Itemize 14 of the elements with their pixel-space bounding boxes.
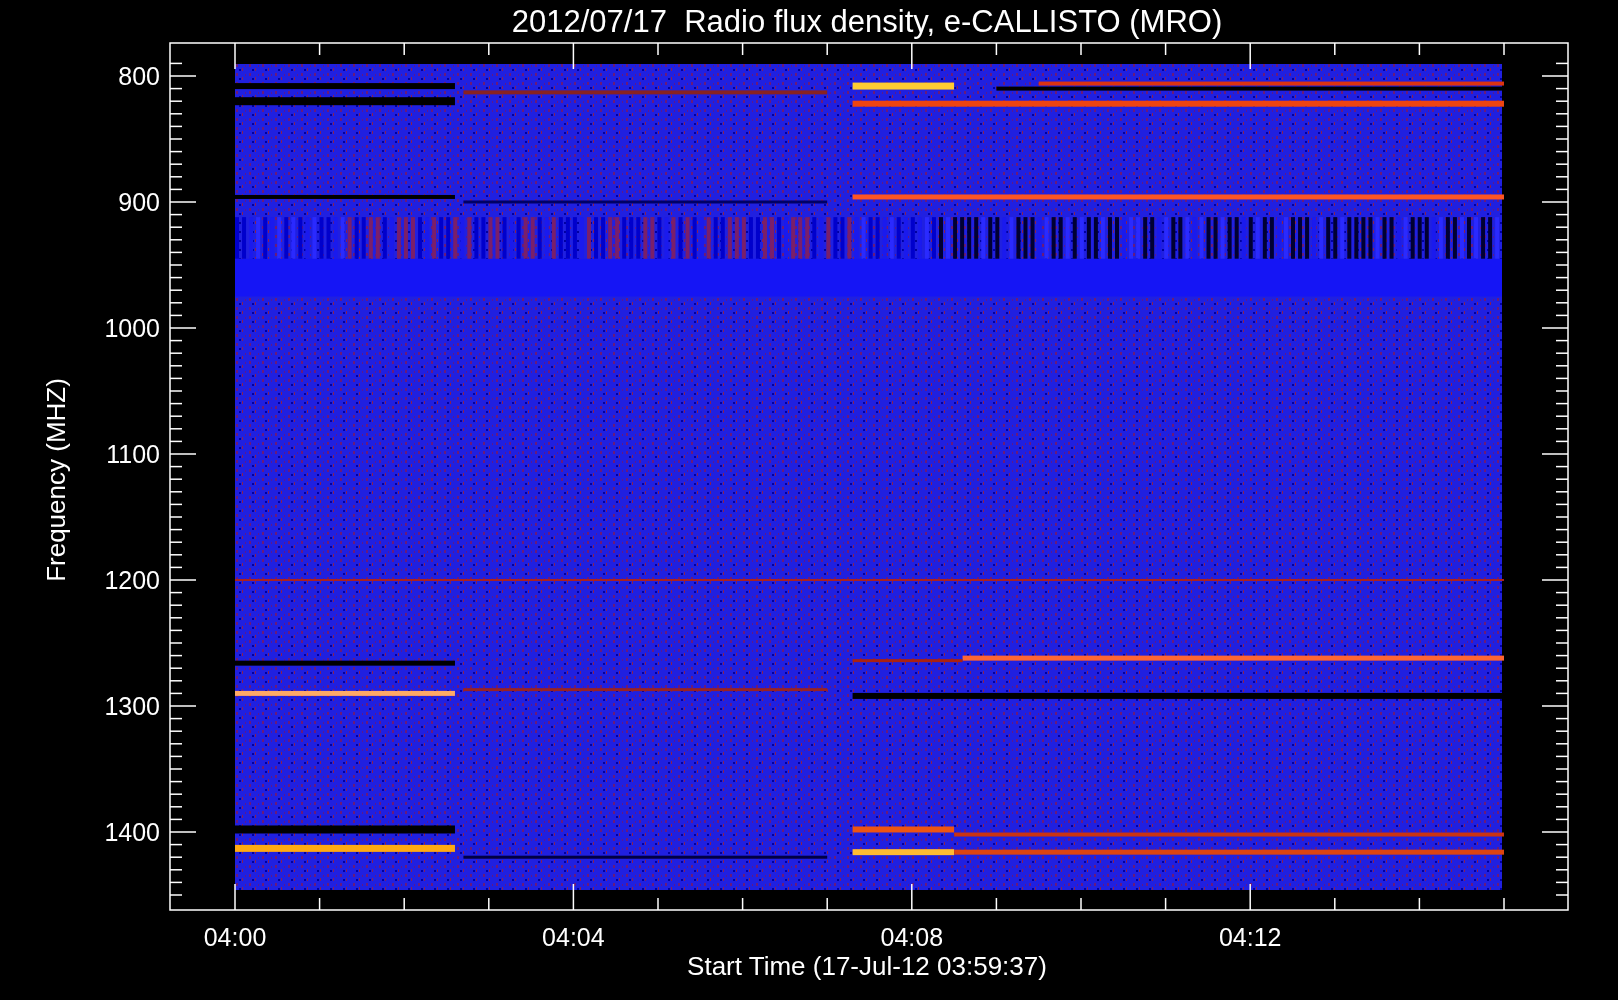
y-tick-label: 1000 [104,314,160,342]
chart-title: 2012/07/17 Radio flux density, e-CALLISTO (MRO) [511,4,1223,39]
x-tick-label: 04:08 [880,923,944,951]
y-tick-label: 1300 [104,692,160,720]
x-tick-label: 04:12 [1218,923,1282,951]
x-axis-label: Start Time (17-Jul-12 03:59:37) [687,951,1047,981]
y-tick-label: 1100 [106,440,160,468]
x-tick-label: 04:04 [542,923,605,951]
y-tick-label: 1200 [104,566,160,594]
y-tick-label: 1400 [104,818,160,846]
y-axis-label: Frequency (MHZ) [41,378,71,582]
y-tick-label: 800 [118,62,160,90]
y-tick-label: 900 [118,188,160,216]
x-tick-label: 04:00 [203,923,267,951]
